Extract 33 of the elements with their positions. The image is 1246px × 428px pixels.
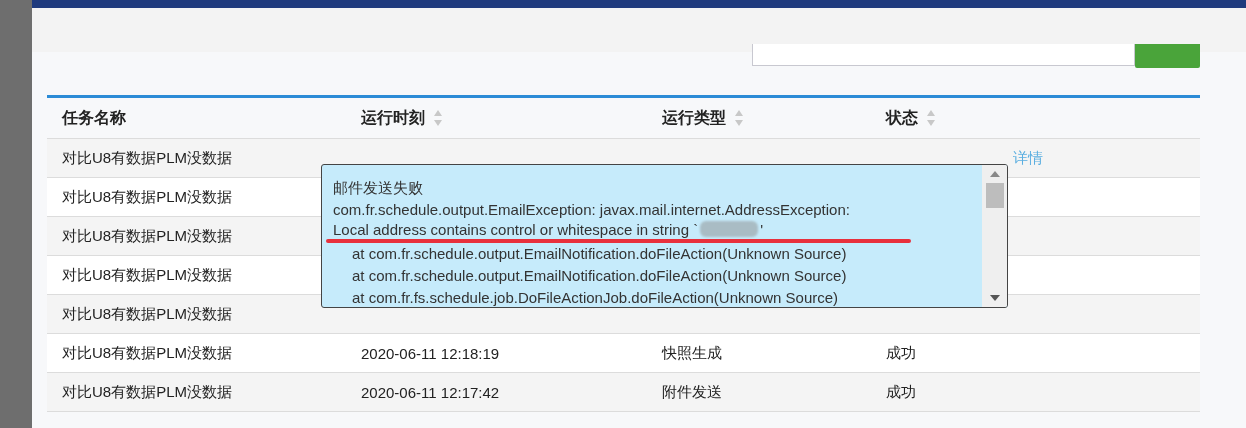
stack-trace-line: at com.fr.schedule.output.EmailNotification.doFileAction(Unknown Source) <box>351 266 848 286</box>
table-cell: 对比U8有数据PLM没数据 <box>62 148 233 168</box>
error-message: ' <box>760 221 764 238</box>
search-button[interactable] <box>1135 44 1200 68</box>
column-header: 运行类型 <box>662 107 726 128</box>
table-cell: 对比U8有数据PLM没数据 <box>62 382 233 402</box>
table-cell: 附件发送 <box>662 382 722 402</box>
table-cell: 成功 <box>886 343 916 363</box>
table-cell: 快照生成 <box>662 343 722 363</box>
table-cell: 对比U8有数据PLM没数据 <box>62 187 233 207</box>
scroll-thumb[interactable] <box>985 183 1004 208</box>
table-cell: 对比U8有数据PLM没数据 <box>62 226 233 246</box>
stack-trace-line: at com.fr.fs.schedule.job.DoFileActionJob.doFileAction(Unknown Source) <box>351 288 840 307</box>
stack-trace-line: at com.fr.schedule.output.EmailNotification.doFileAction(Unknown Source) <box>351 244 848 264</box>
search-field[interactable] <box>752 44 1135 66</box>
redaction-blur <box>700 221 759 237</box>
error-message: com.fr.schedule.output.EmailException: javax.mail.internet.AddressException: <box>333 200 851 220</box>
column-header: 状态 <box>886 107 918 128</box>
sort-icon[interactable] <box>433 108 443 128</box>
scrollbar[interactable] <box>982 165 1007 307</box>
table-cell: 成功 <box>886 382 916 402</box>
column-header: 运行时刻 <box>361 107 425 128</box>
table-cell: 对比U8有数据PLM没数据 <box>62 265 233 285</box>
column-header: 任务名称 <box>62 107 126 128</box>
sort-icon[interactable] <box>734 108 744 128</box>
tooltip-title: 邮件发送失败 <box>333 178 424 198</box>
sort-icon[interactable] <box>926 108 936 128</box>
table-cell: 对比U8有数据PLM没数据 <box>62 304 233 324</box>
table-cell: 2020-06-11 12:18:19 <box>361 344 500 362</box>
error-message: Local address contains control or whitespace in string ` <box>333 221 699 238</box>
table-cell: 2020-06-11 12:17:42 <box>361 383 500 401</box>
table-cell: 对比U8有数据PLM没数据 <box>62 343 233 363</box>
details-link[interactable]: 详情 <box>1013 148 1043 168</box>
